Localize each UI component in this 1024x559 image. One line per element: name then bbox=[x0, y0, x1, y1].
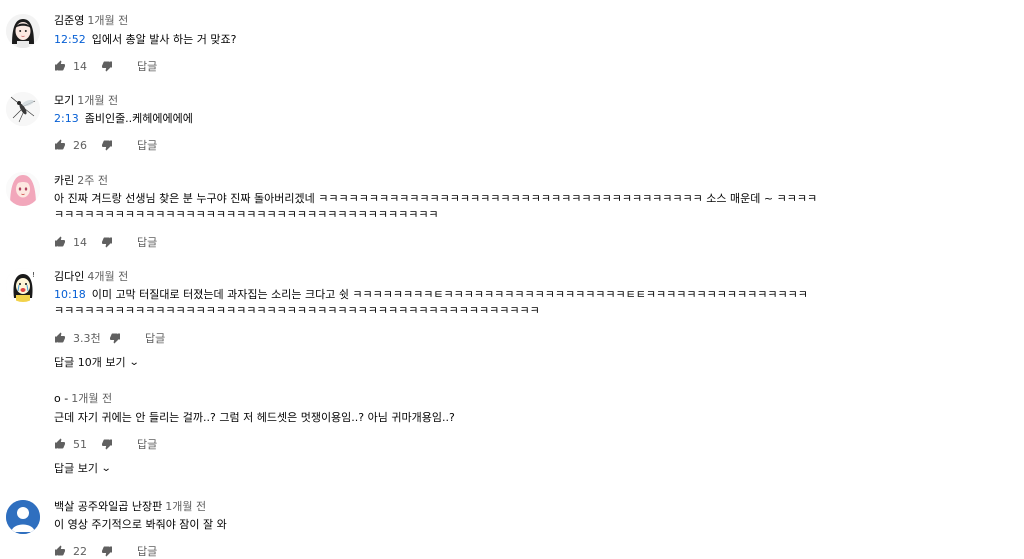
thumbs-up-icon[interactable] bbox=[54, 139, 66, 151]
avatar[interactable] bbox=[6, 92, 40, 126]
timestamp-link[interactable]: 10:18 bbox=[54, 288, 86, 301]
thumbs-up-icon[interactable] bbox=[54, 438, 66, 450]
comment-body-line: 이미 고막 터질대로 터졌는데 과자집는 소리는 크다고 쉿 ㅋㅋㅋㅋㅋㅋㅋㅋㅌ… bbox=[91, 288, 808, 301]
comment-body: 좀비인줄..케헤에에에에 bbox=[84, 112, 193, 125]
default-user-avatar-icon bbox=[6, 500, 40, 534]
comment-time[interactable]: 1개월 전 bbox=[87, 14, 128, 27]
comment-text: 근데 자기 귀에는 안 들리는 걸까..? 그럼 저 헤드셋은 멋쟁이용임..?… bbox=[54, 410, 455, 426]
thumbs-down-icon[interactable] bbox=[101, 438, 113, 450]
mosquito-avatar-icon bbox=[6, 92, 40, 126]
like-count: 26 bbox=[73, 138, 87, 152]
comment-body-line: ㅋㅋㅋㅋㅋㅋㅋㅋㅋㅋㅋㅋㅋㅋㅋㅋㅋㅋㅋㅋㅋㅋㅋㅋㅋㅋㅋㅋㅋㅋㅋㅋㅋㅋㅋㅋㅋㅋㅋㅋ… bbox=[54, 304, 540, 317]
author-name[interactable]: 김준영 bbox=[54, 14, 84, 27]
comment-time[interactable]: 1개월 전 bbox=[77, 94, 118, 107]
thumbs-down-icon[interactable] bbox=[101, 139, 113, 151]
author-name[interactable]: 백살 공주와일곱 난장판 bbox=[54, 500, 162, 513]
comment-header: 김다인 4개월 전 bbox=[54, 270, 128, 284]
reply-button[interactable]: 답글 bbox=[137, 543, 157, 559]
avatar[interactable] bbox=[6, 500, 40, 534]
avatar[interactable]: ! bbox=[6, 268, 40, 302]
comment-time[interactable]: 4개월 전 bbox=[87, 270, 128, 283]
chevron-down-icon: ⌄ bbox=[100, 462, 112, 474]
thumbs-up-icon[interactable] bbox=[54, 236, 66, 248]
comment-time[interactable]: 1개월 전 bbox=[165, 500, 206, 513]
avatar[interactable] bbox=[6, 14, 40, 48]
author-name[interactable]: o - bbox=[54, 392, 68, 405]
comment-actions: 26 답글 bbox=[54, 137, 157, 153]
avatar[interactable] bbox=[6, 172, 40, 206]
comment-header: 백살 공주와일곱 난장판 1개월 전 bbox=[54, 500, 206, 514]
view-replies-button[interactable]: 답글 보기 ⌄ bbox=[54, 460, 112, 476]
reply-button[interactable]: 답글 bbox=[137, 137, 157, 153]
view-replies-label: 답글 10개 보기 bbox=[54, 356, 126, 369]
comment-header: 카린 2주 전 bbox=[54, 174, 108, 188]
comment-header: o -1개월 전 bbox=[54, 392, 112, 406]
comment-text: 이 영상 주기적으로 봐줘야 잠이 잘 와 bbox=[54, 517, 227, 533]
comment-body: 근데 자기 귀에는 안 들리는 걸까..? 그럼 저 헤드셋은 멋쟁이용임..?… bbox=[54, 411, 455, 424]
comment-text: 12:52 입에서 총알 발사 하는 거 맞죠? bbox=[54, 32, 236, 48]
like-count: 14 bbox=[73, 235, 87, 249]
svg-text:!: ! bbox=[32, 271, 35, 279]
comment-body-line: 아 진짜 겨드랑 선생님 찾은 분 누구야 진짜 돌아버리겠네 ㅋㅋㅋㅋㅋㅋㅋㅋ… bbox=[54, 192, 818, 205]
comment-body: 이 영상 주기적으로 봐줘야 잠이 잘 와 bbox=[54, 518, 227, 531]
thumbs-down-icon[interactable] bbox=[101, 236, 113, 248]
comment-actions: 22 답글 bbox=[54, 543, 157, 559]
comment-text: 아 진짜 겨드랑 선생님 찾은 분 누구야 진짜 돌아버리겠네 ㅋㅋㅋㅋㅋㅋㅋㅋ… bbox=[54, 191, 817, 223]
author-name[interactable]: 모기 bbox=[54, 94, 74, 107]
reply-button[interactable]: 답글 bbox=[137, 436, 157, 452]
like-count: 51 bbox=[73, 437, 87, 451]
comment-time[interactable]: 1개월 전 bbox=[71, 392, 112, 405]
timestamp-link[interactable]: 12:52 bbox=[54, 33, 86, 46]
reply-button[interactable]: 답글 bbox=[137, 234, 157, 250]
reply-button[interactable]: 답글 bbox=[145, 330, 165, 346]
thumbs-down-icon[interactable] bbox=[109, 332, 121, 344]
thumbs-down-icon[interactable] bbox=[101, 545, 113, 557]
timestamp-link[interactable]: 2:13 bbox=[54, 112, 79, 125]
comment-header: 모기 1개월 전 bbox=[54, 94, 118, 108]
author-name[interactable]: 카린 bbox=[54, 174, 74, 187]
reply-button[interactable]: 답글 bbox=[137, 58, 157, 74]
author-name[interactable]: 김다인 bbox=[54, 270, 84, 283]
comment-actions: 14 답글 bbox=[54, 234, 157, 250]
crying-girl-doodle-avatar-icon: ! bbox=[6, 268, 40, 302]
comment-header: 김준영 1개월 전 bbox=[54, 14, 128, 28]
view-replies-label: 답글 보기 bbox=[54, 462, 98, 475]
like-count: 3.3천 bbox=[73, 332, 101, 345]
comment-body: 입에서 총알 발사 하는 거 맞죠? bbox=[91, 33, 237, 46]
view-replies-button[interactable]: 답글 10개 보기 ⌄ bbox=[54, 354, 140, 370]
thumbs-down-icon[interactable] bbox=[101, 60, 113, 72]
pink-hair-anime-avatar-icon bbox=[6, 172, 40, 206]
like-count: 14 bbox=[73, 59, 87, 73]
comment-text: 10:18 이미 고막 터질대로 터졌는데 과자집는 소리는 크다고 쉿 ㅋㅋㅋㅋ… bbox=[54, 287, 808, 319]
thumbs-up-icon[interactable] bbox=[54, 332, 66, 344]
thumbs-up-icon[interactable] bbox=[54, 545, 66, 557]
comment-body-line: ㅋㅋㅋㅋㅋㅋㅋㅋㅋㅋㅋㅋㅋㅋㅋㅋㅋㅋㅋㅋㅋㅋㅋㅋㅋㅋㅋㅋㅋㅋㅋㅋㅋㅋㅋㅋㅋㅋ bbox=[54, 208, 439, 221]
comment-time[interactable]: 2주 전 bbox=[77, 174, 108, 187]
like-count: 22 bbox=[73, 544, 87, 558]
chevron-down-icon: ⌄ bbox=[128, 356, 140, 368]
comment-text: 2:13 좀비인줄..케헤에에에에 bbox=[54, 111, 193, 127]
comment-actions: 3.3천 답글 bbox=[54, 330, 165, 346]
comment-actions: 51 답글 bbox=[54, 436, 157, 452]
comment-actions: 14 답글 bbox=[54, 58, 157, 74]
drawn-girl-avatar-icon bbox=[6, 14, 40, 48]
thumbs-up-icon[interactable] bbox=[54, 60, 66, 72]
